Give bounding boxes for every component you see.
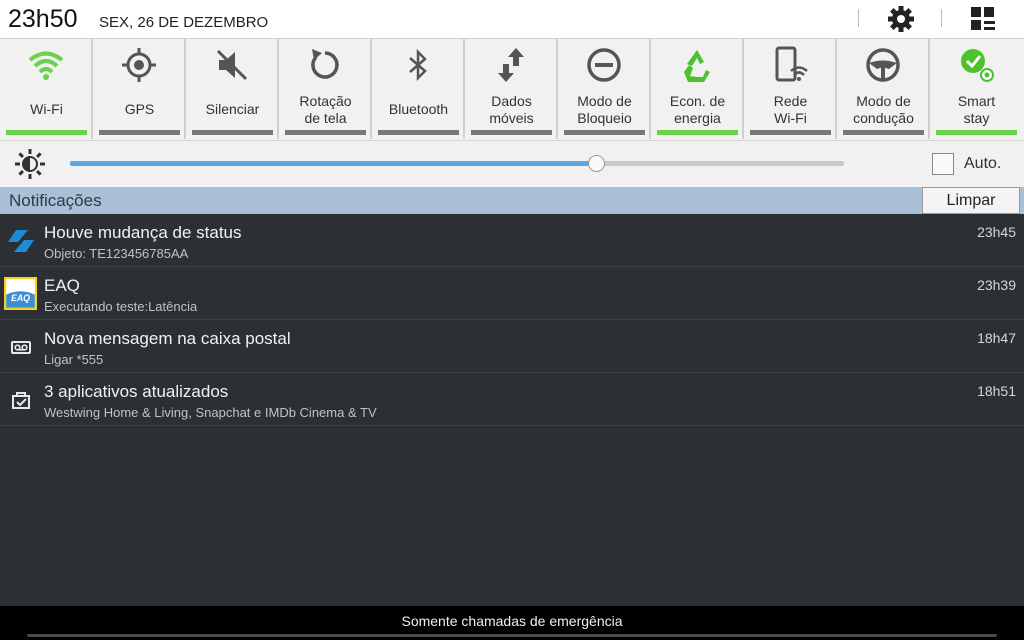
eaq-icon: EAQ [4, 277, 37, 310]
status-bar: 23h50 SEX, 26 DE DEZEMBRO [0, 0, 1024, 38]
auto-brightness-checkbox[interactable] [932, 153, 954, 175]
tile-indicator [192, 130, 273, 135]
tile-indicator [471, 130, 552, 135]
tile-wifi[interactable]: Wi-Fi [0, 39, 93, 139]
tile-label: GPS [124, 101, 155, 117]
tile-power-saving[interactable]: Econ. de energia [651, 39, 744, 139]
brightness-slider-thumb[interactable] [588, 155, 606, 172]
emergency-text: Somente chamadas de emergência [401, 613, 623, 629]
notification-time: 18h47 [977, 330, 1016, 346]
clock: 23h50 [8, 5, 78, 33]
tile-rotation[interactable]: Rotação de tela [279, 39, 372, 139]
notification-time: 23h39 [977, 277, 1016, 293]
voicemail-icon [11, 341, 31, 354]
tile-indicator [6, 130, 87, 135]
tile-indicator [378, 130, 459, 135]
quick-settings-panel: Wi-Fi GPS Silenciar Rotação de tela Blue… [0, 38, 1024, 141]
notification-subtitle: Objeto: TE123456785AA [44, 246, 189, 261]
tile-label: Rede Wi-Fi [773, 93, 808, 126]
quick-panel-icon[interactable] [968, 4, 998, 34]
tile-wifi-hotspot[interactable]: Rede Wi-Fi [744, 39, 837, 139]
tile-label: Econ. de energia [669, 93, 726, 126]
notification-time: 18h51 [977, 383, 1016, 399]
notification-title: Houve mudança de status [44, 223, 242, 242]
tile-smart-stay[interactable]: Smart stay [930, 39, 1023, 139]
tile-silence[interactable]: Silenciar [186, 39, 279, 139]
notification-time: 23h45 [977, 224, 1016, 240]
steering-wheel-icon [866, 48, 900, 82]
mute-icon [216, 49, 248, 81]
tile-label: Dados móveis [489, 93, 534, 126]
tile-label: Wi-Fi [30, 101, 63, 117]
notification-item[interactable]: Houve mudança de status Objeto: TE123456… [0, 214, 1024, 267]
divider [941, 9, 942, 27]
tile-label: Smart stay [957, 93, 996, 126]
block-icon [587, 48, 621, 82]
tile-label: Modo de condução [853, 93, 914, 126]
notifications-title: Notificações [9, 191, 102, 210]
tile-label: Bluetooth [388, 101, 449, 117]
hotspot-icon [775, 46, 808, 82]
mobile-data-icon [498, 48, 524, 82]
tile-indicator [99, 130, 180, 135]
tile-label: Rotação de tela [299, 93, 352, 126]
tile-gps[interactable]: GPS [93, 39, 186, 139]
emergency-bar: Somente chamadas de emergência [0, 606, 1024, 640]
tile-indicator [285, 130, 366, 135]
date: SEX, 26 DE DEZEMBRO [99, 14, 269, 31]
notification-title: EAQ [44, 276, 80, 295]
brightness-slider[interactable] [70, 155, 844, 172]
tile-label: Modo de Bloqueio [577, 93, 632, 126]
brightness-icon [15, 149, 45, 179]
tile-indicator [843, 130, 924, 135]
notification-subtitle: Westwing Home & Living, Snapchat e IMDb … [44, 405, 377, 420]
auto-brightness-label: Auto. [964, 155, 1002, 172]
notification-subtitle: Executando teste:Latência [44, 299, 198, 314]
tile-indicator [750, 130, 831, 135]
gear-icon[interactable] [885, 4, 917, 34]
smart-stay-icon [961, 49, 994, 82]
bluetooth-icon [409, 48, 427, 82]
svg-text:EAQ: EAQ [11, 293, 30, 303]
tile-block-mode[interactable]: Modo de Bloqueio [558, 39, 651, 139]
notification-item[interactable]: EAQ EAQ Executando teste:Latência 23h39 [0, 267, 1024, 320]
notifications-header: Notificações Limpar [0, 187, 1024, 214]
tile-indicator [936, 130, 1017, 135]
recycle-icon [684, 50, 710, 82]
app-update-icon [12, 392, 30, 409]
tile-indicator [657, 130, 738, 135]
brightness-bar: Auto. [0, 140, 1024, 187]
notification-list: Houve mudança de status Objeto: TE123456… [0, 214, 1024, 426]
clear-button[interactable]: Limpar [922, 187, 1020, 214]
divider [858, 9, 859, 27]
gps-icon [122, 48, 156, 82]
notification-title: 3 aplicativos atualizados [44, 382, 229, 401]
brightness-slider-fill [70, 161, 597, 166]
tile-driving-mode[interactable]: Modo de condução [837, 39, 930, 139]
wifi-icon [28, 51, 64, 80]
notification-item[interactable]: Nova mensagem na caixa postal Ligar *555… [0, 320, 1024, 373]
drag-handle[interactable] [27, 634, 997, 637]
notification-subtitle: Ligar *555 [44, 352, 104, 367]
tile-bluetooth[interactable]: Bluetooth [372, 39, 465, 139]
tile-mobile-data[interactable]: Dados móveis [465, 39, 558, 139]
rotation-icon [311, 49, 339, 79]
notification-item[interactable]: 3 aplicativos atualizados Westwing Home … [0, 373, 1024, 426]
tile-label: Silenciar [205, 101, 260, 117]
notification-title: Nova mensagem na caixa postal [44, 329, 291, 348]
tracking-icon [8, 230, 34, 252]
tile-indicator [564, 130, 645, 135]
